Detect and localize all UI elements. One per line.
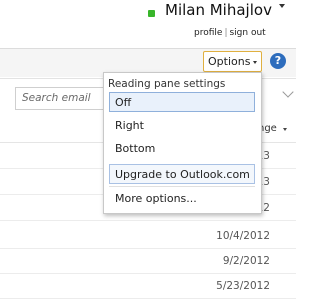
menu-item-off[interactable]: Off [115,96,131,109]
menu-item-more-options[interactable]: More options... [115,192,197,205]
menu-item-bottom[interactable]: Bottom [115,142,155,155]
options-caret-icon[interactable] [253,61,257,64]
menu-item-upgrade[interactable]: Upgrade to Outlook.com [115,168,250,181]
row-divider [0,298,296,299]
link-separator: | [224,28,228,38]
message-date: 9/2/2012 [222,255,270,267]
row-divider [0,248,296,249]
message-date: 10/4/2012 [216,230,270,242]
row-divider [0,220,296,221]
help-icon[interactable]: ? [270,53,286,69]
account-links: profile | sign out [194,28,266,38]
sort-caret-icon[interactable] [283,128,287,131]
message-date: 5/23/2012 [216,280,270,292]
chevron-down-icon[interactable] [279,4,285,8]
menu-divider [109,186,255,187]
user-name[interactable]: Milan Mihajlov [165,1,272,19]
search-placeholder[interactable]: Search email [22,92,91,104]
menu-item-right[interactable]: Right [115,119,144,132]
menu-heading: Reading pane settings [108,78,226,90]
collapse-chevron-icon[interactable] [282,86,294,98]
options-button-label[interactable]: Options [208,55,250,68]
online-status-icon [148,10,155,17]
profile-link[interactable]: profile [194,28,222,38]
sign-out-link[interactable]: sign out [229,28,265,38]
row-divider [0,273,296,274]
